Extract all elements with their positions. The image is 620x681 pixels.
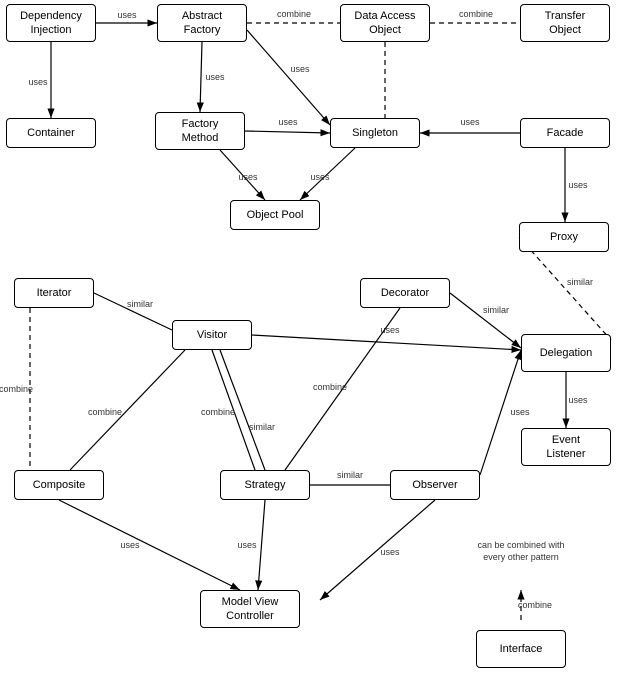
facade-label: Facade: [547, 126, 584, 140]
svg-text:uses: uses: [237, 540, 257, 550]
svg-text:uses: uses: [238, 172, 258, 182]
event-listener-label: Event Listener: [546, 433, 585, 462]
svg-text:uses: uses: [28, 77, 48, 87]
svg-text:uses: uses: [120, 540, 140, 550]
svg-text:similar: similar: [567, 277, 593, 287]
svg-text:uses: uses: [310, 172, 330, 182]
abstract-factory-label: Abstract Factory: [182, 9, 222, 38]
event-listener-node: Event Listener: [521, 428, 611, 466]
strategy-node: Strategy: [220, 470, 310, 500]
svg-text:uses: uses: [380, 547, 400, 557]
factory-method-node: Factory Method: [155, 112, 245, 150]
svg-text:combine: combine: [201, 407, 235, 417]
factory-method-label: Factory Method: [182, 117, 219, 146]
proxy-node: Proxy: [519, 222, 609, 252]
facade-node: Facade: [520, 118, 610, 148]
decorator-node: Decorator: [360, 278, 450, 308]
svg-text:combine: combine: [277, 9, 311, 19]
observer-node: Observer: [390, 470, 480, 500]
data-access-object-label: Data Access Object: [354, 9, 415, 38]
container-node: Container: [6, 118, 96, 148]
diagram-container: uses uses combine combine uses uses uses uses us…: [0, 0, 620, 681]
svg-text:uses: uses: [205, 72, 225, 82]
svg-text:similar: similar: [127, 299, 153, 309]
interface-label: Interface: [500, 642, 543, 656]
data-access-object-node: Data Access Object: [340, 4, 430, 42]
observer-label: Observer: [412, 478, 457, 492]
iterator-node: Iterator: [14, 278, 94, 308]
iterator-label: Iterator: [37, 286, 72, 300]
composite-label: Composite: [33, 478, 86, 492]
decorator-label: Decorator: [381, 286, 429, 300]
composite-node: Composite: [14, 470, 104, 500]
svg-text:combine: combine: [459, 9, 493, 19]
svg-text:uses: uses: [117, 10, 137, 20]
svg-text:combine: combine: [313, 382, 347, 392]
svg-text:uses: uses: [460, 117, 480, 127]
transfer-object-node: Transfer Object: [520, 4, 610, 42]
delegation-label: Delegation: [540, 346, 593, 360]
singleton-node: Singleton: [330, 118, 420, 148]
svg-text:uses: uses: [568, 180, 588, 190]
model-view-controller-node: Model View Controller: [200, 590, 300, 628]
visitor-label: Visitor: [197, 328, 227, 342]
svg-text:combine: combine: [0, 384, 33, 394]
svg-text:combine: combine: [88, 407, 122, 417]
object-pool-node: Object Pool: [230, 200, 320, 230]
transfer-object-label: Transfer Object: [545, 9, 586, 38]
dependency-injection-label: Dependency Injection: [20, 9, 82, 38]
singleton-label: Singleton: [352, 126, 398, 140]
svg-text:uses: uses: [380, 325, 400, 335]
svg-text:uses: uses: [290, 64, 310, 74]
svg-text:similar: similar: [337, 470, 363, 480]
abstract-factory-node: Abstract Factory: [157, 4, 247, 42]
container-label: Container: [27, 126, 75, 140]
delegation-node: Delegation: [521, 334, 611, 372]
strategy-label: Strategy: [245, 478, 286, 492]
svg-text:every other pattern: every other pattern: [483, 552, 559, 562]
svg-text:similar: similar: [249, 422, 275, 432]
svg-text:can be combined with: can be combined with: [477, 540, 564, 550]
svg-text:combine: combine: [518, 600, 552, 610]
object-pool-label: Object Pool: [247, 208, 304, 222]
interface-node: Interface: [476, 630, 566, 668]
svg-text:similar: similar: [483, 305, 509, 315]
model-view-controller-label: Model View Controller: [222, 595, 279, 624]
dependency-injection-node: Dependency Injection: [6, 4, 96, 42]
visitor-node: Visitor: [172, 320, 252, 350]
proxy-label: Proxy: [550, 230, 578, 244]
svg-text:uses: uses: [568, 395, 588, 405]
svg-text:uses: uses: [278, 117, 298, 127]
svg-text:uses: uses: [510, 407, 530, 417]
